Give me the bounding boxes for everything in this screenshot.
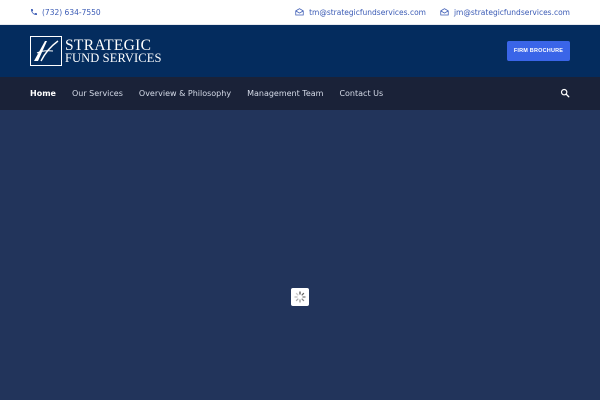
logo-mark-icon: [30, 36, 62, 66]
phone-contact[interactable]: (732) 634-7550: [30, 0, 101, 24]
phone-number: (732) 634-7550: [42, 7, 101, 17]
nav-item-home[interactable]: Home: [30, 89, 56, 98]
nav-list: Home Our Services Overview & Philosophy …: [30, 77, 399, 110]
site-header: STRATEGIC FUND SERVICES FIRM BROCHURE: [0, 25, 600, 77]
nav-item-management-team[interactable]: Management Team: [247, 89, 323, 98]
nav-item-contact-us[interactable]: Contact Us: [339, 89, 383, 98]
firm-brochure-button[interactable]: FIRM BROCHURE: [507, 41, 570, 61]
envelope-icon: [440, 8, 449, 16]
logo-line-2: FUND SERVICES: [65, 51, 162, 65]
logo-wordmark: STRATEGIC FUND SERVICES: [65, 37, 162, 65]
email-contact-jm[interactable]: jm@strategicfundservices.com: [440, 8, 570, 17]
envelope-icon: [295, 8, 304, 16]
loading-spinner-icon: [294, 291, 306, 303]
email-address: jm@strategicfundservices.com: [453, 7, 570, 17]
nav-item-our-services[interactable]: Our Services: [72, 89, 123, 98]
site-logo[interactable]: STRATEGIC FUND SERVICES: [30, 35, 162, 67]
phone-icon: [31, 9, 37, 15]
main-navigation: Home Our Services Overview & Philosophy …: [0, 77, 600, 110]
search-icon[interactable]: [560, 88, 570, 98]
email-address: tm@strategicfundservices.com: [309, 7, 426, 17]
top-bar: (732) 634-7550 tm@strategicfundservices.…: [0, 0, 600, 25]
email-contact-tm[interactable]: tm@strategicfundservices.com: [295, 8, 426, 17]
email-contacts: tm@strategicfundservices.com jm@strategi…: [295, 0, 570, 24]
loading-spinner: [291, 288, 309, 306]
hero-content-area: [0, 110, 600, 400]
nav-item-overview-philosophy[interactable]: Overview & Philosophy: [139, 89, 231, 98]
